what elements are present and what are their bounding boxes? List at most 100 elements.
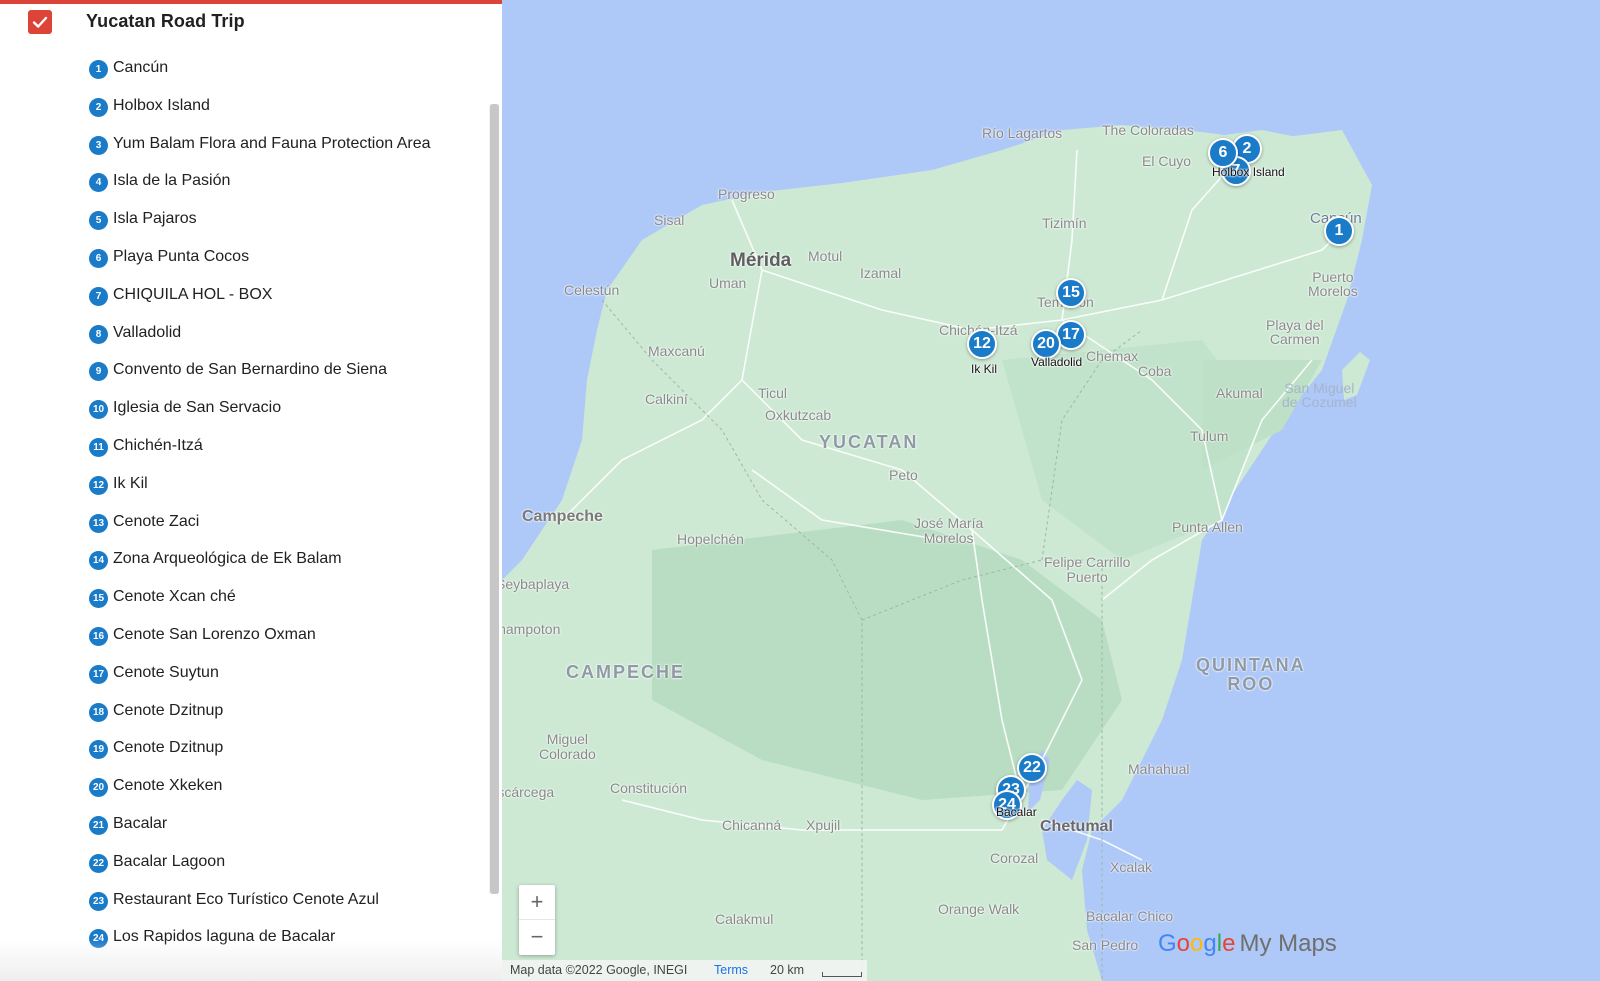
map-label-playa-del-carmen: Playa del Carmen — [1266, 317, 1324, 347]
scrollbar-thumb[interactable] — [490, 104, 499, 894]
map-label-cozumel: San Miguel de Cozumel — [1282, 380, 1357, 410]
place-list-item[interactable]: 14 Zona Arqueológica de Ek Balam — [0, 542, 490, 580]
place-list-item[interactable]: 8 Valladolid — [0, 316, 490, 354]
place-name: Chichén-Itzá — [113, 436, 203, 454]
map-label-the-coloradas: The Coloradas — [1102, 122, 1194, 138]
zoom-out-button[interactable]: − — [519, 920, 555, 955]
place-name: Playa Punta Cocos — [113, 247, 250, 265]
place-name: Cenote Suytun — [113, 663, 219, 681]
map-label-mahahual: Mahahual — [1128, 761, 1190, 777]
place-number-badge: 20 — [89, 778, 108, 798]
map-label-quintana-roo-state: QUINTANA ROO — [1196, 655, 1306, 694]
map-canvas[interactable]: Río Lagartos The Coloradas El Cuyo Progr… — [502, 0, 1600, 981]
place-list-item[interactable]: 5 Isla Pajaros — [0, 202, 490, 240]
map-label-corozal: Corozal — [990, 850, 1039, 866]
map-label-rio-lagartos: Río Lagartos — [982, 125, 1063, 141]
layer-panel: Yucatan Road Trip 1 Cancún 2 Holbox Island 3… — [0, 0, 502, 981]
map-label-jose-maria-morelos: José María Morelos — [914, 515, 984, 546]
map-label-tulum: Tulum — [1190, 428, 1229, 444]
map-pin-label-bacalar: Bacalar — [996, 805, 1037, 819]
place-list-item[interactable]: 15 Cenote Xcan ché — [0, 580, 490, 618]
place-name: Cenote Xcan ché — [113, 588, 236, 606]
place-name: Cenote Dzitnup — [113, 701, 224, 719]
scale-label[interactable]: 20 km — [770, 963, 804, 977]
layer-visibility-checkbox[interactable] — [28, 10, 52, 34]
map-label-felipe-carrillo-puerto: Felipe Carrillo Puerto — [1044, 554, 1131, 585]
place-list-item[interactable]: 9 Convento de San Bernardino de Siena — [0, 353, 490, 391]
place-list-item[interactable]: 20 Cenote Xkeken — [0, 769, 490, 807]
map-pin-1[interactable]: 1 — [1324, 216, 1354, 246]
place-number-badge: 11 — [89, 437, 108, 457]
zoom-in-button[interactable]: + — [519, 885, 555, 920]
place-list-item[interactable]: 3 Yum Balam Flora and Fauna Protection Ar… — [0, 127, 490, 165]
place-name: Holbox Island — [113, 96, 210, 114]
map-pin-15[interactable]: 15 — [1056, 278, 1086, 308]
map-label-chemax: Chemax — [1086, 348, 1139, 364]
place-name: Restaurant Eco Turístico Cenote Azul — [113, 890, 379, 908]
place-number-badge: 19 — [89, 740, 108, 760]
place-list-item[interactable]: 11 Chichén-Itzá — [0, 429, 490, 467]
place-number-badge: 4 — [89, 173, 108, 193]
place-name: Cenote Zaci — [113, 512, 200, 530]
map-label-seybaplaya: Seybaplaya — [502, 576, 570, 592]
place-list-item[interactable]: 21 Bacalar — [0, 807, 490, 845]
place-list-item[interactable]: 16 Cenote San Lorenzo Oxman — [0, 618, 490, 656]
map-label-chetumal: Chetumal — [1040, 818, 1113, 835]
scale-bar — [822, 972, 862, 977]
place-list-item[interactable]: 13 Cenote Zaci — [0, 505, 490, 543]
place-name: Cancún — [113, 59, 169, 76]
place-list-item[interactable]: 19 Cenote Dzitnup — [0, 731, 490, 769]
map-pin-label-valladolid: Valladolid — [1031, 355, 1083, 369]
place-list-item[interactable]: 12 Ik Kil — [0, 467, 490, 505]
map-label-campeche-city: Campeche — [522, 508, 603, 525]
place-list-item[interactable]: 4 Isla de la Pasión — [0, 164, 490, 202]
place-number-badge: 9 — [89, 362, 108, 382]
layer-header: Yucatan Road Trip — [0, 0, 490, 46]
place-number-badge: 14 — [89, 551, 108, 571]
map-label-coba: Coba — [1138, 363, 1172, 379]
place-number-badge: 5 — [89, 211, 108, 231]
place-list-item[interactable]: 7 CHIQUILA HOL - BOX — [0, 278, 490, 316]
place-name: Valladolid — [113, 323, 182, 341]
place-list-item[interactable]: 23 Restaurant Eco Turístico Cenote Azul — [0, 883, 490, 921]
place-number-badge: 10 — [89, 400, 108, 420]
place-name: CHIQUILA HOL - BOX — [113, 285, 273, 303]
place-list-item[interactable]: 18 Cenote Dzitnup — [0, 694, 490, 732]
map-label-campeche-state: CAMPECHE — [566, 662, 686, 682]
map-label-san-pedro: San Pedro — [1072, 937, 1139, 953]
place-number-badge: 23 — [89, 891, 108, 911]
map-pin-12[interactable]: 12 — [967, 329, 997, 359]
place-name: Isla de la Pasión — [113, 172, 231, 190]
place-name: Yum Balam Flora and Fauna Protection Are… — [113, 134, 431, 152]
map-label-celestun: Celestún — [564, 282, 620, 298]
map-label-tizimin: Tizimín — [1042, 215, 1087, 231]
place-list-item[interactable]: 1 Cancún — [0, 51, 490, 89]
place-number-badge: 7 — [89, 286, 108, 306]
place-number-badge: 15 — [89, 589, 108, 609]
place-list-item[interactable]: 17 Cenote Suytun — [0, 656, 490, 694]
place-number-badge: 21 — [89, 815, 108, 835]
layer-title[interactable]: Yucatan Road Trip — [86, 11, 245, 32]
map-pin-6[interactable]: 6 — [1208, 138, 1238, 168]
place-name: Zona Arqueológica de Ek Balam — [113, 550, 342, 568]
terms-link[interactable]: Terms — [714, 963, 748, 977]
map-label-miguel-colorado: Miguel Colorado — [539, 731, 596, 762]
place-name: Convento de San Bernardino de Siena — [113, 361, 387, 379]
map-label-merida: Mérida — [730, 250, 792, 271]
place-number-badge: 8 — [89, 324, 108, 344]
place-number-badge: 22 — [89, 853, 108, 873]
map-label-hopelchen: Hopelchén — [677, 531, 744, 547]
map-label-calakmul: Calakmul — [715, 911, 774, 927]
place-name: Bacalar — [113, 814, 168, 832]
place-list-item[interactable]: 6 Playa Punta Cocos — [0, 240, 490, 278]
place-number-badge: 2 — [89, 97, 108, 117]
place-list-item[interactable]: 2 Holbox Island — [0, 89, 490, 127]
map-label-champoton: Champoton — [502, 621, 561, 637]
map-attribution-bar: Map data ©2022 Google, INEGI Terms 20 km — [502, 960, 867, 981]
place-list-item[interactable]: 10 Iglesia de San Servacio — [0, 391, 490, 429]
map-label-uman: Uman — [709, 275, 747, 291]
map-label-constitucion: Constitución — [610, 780, 688, 796]
place-name: Iglesia de San Servacio — [113, 399, 282, 417]
place-list-item[interactable]: 22 Bacalar Lagoon — [0, 845, 490, 883]
map-label-orange-walk: Orange Walk — [938, 901, 1020, 917]
